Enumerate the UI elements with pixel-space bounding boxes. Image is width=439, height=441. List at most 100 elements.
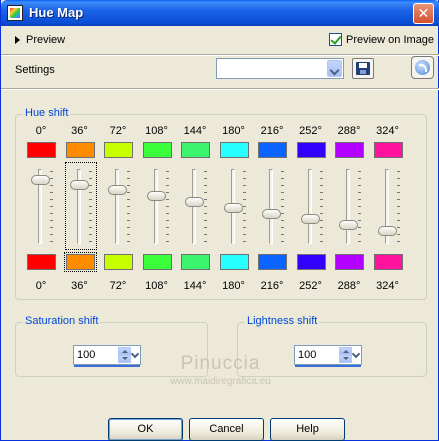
slider-ticks [319,171,323,243]
hue-shift-slider[interactable] [143,163,173,249]
hue-degree-label-top: 288° [337,125,361,137]
hue-target-swatch[interactable] [258,254,287,270]
reset-arrow-icon [415,60,430,75]
app-icon [7,5,23,21]
slider-thumb[interactable] [146,190,166,201]
hue-degree-label-top: 0° [35,125,47,137]
settings-preset-dropdown[interactable] [216,58,344,79]
hue-degree-label-bottom: 324° [376,280,399,292]
divider [1,54,439,56]
chevron-down-icon[interactable] [327,60,342,77]
hue-degree-label-bottom: 0° [35,280,47,292]
expand-arrow-icon [15,36,20,44]
hue-source-swatch[interactable] [104,142,133,158]
hue-shift-label: Hue shift [23,107,71,119]
hue-degree-label-top: 252° [299,125,322,137]
saturation-shift-label: Saturation shift [23,315,101,327]
hue-source-swatch[interactable] [27,142,56,158]
hue-target-swatch[interactable] [27,254,56,270]
lightness-shift-label: Lightness shift [245,315,320,327]
slider-thumb[interactable] [69,180,89,191]
preview-on-image-label: Preview on Image [346,33,435,46]
slider-thumb[interactable] [223,202,243,213]
hue-degree-label-bottom: 216° [260,280,284,292]
reset-button[interactable] [411,56,434,79]
settings-label: Settings [15,64,55,76]
hue-shift-slider[interactable] [335,163,365,249]
preview-toggle[interactable]: Preview [15,33,65,47]
slider-track[interactable] [346,169,350,244]
hue-shift-slider[interactable] [27,163,57,249]
slider-ticks [165,171,169,243]
hue-degree-label-top: 144° [183,125,207,137]
hue-source-swatch[interactable] [181,142,210,158]
hue-shift-slider[interactable] [258,163,288,249]
hue-degree-label-bottom: 72° [109,280,127,292]
hue-degree-label-top: 324° [376,125,399,137]
hue-source-swatch[interactable] [296,142,326,158]
hue-shift-slider[interactable] [374,163,404,249]
slider-ticks [127,171,130,243]
slider-track[interactable] [153,169,158,244]
watermark-name: Pinuccia [180,353,261,374]
hue-target-swatch[interactable] [63,252,97,272]
hue-shift-slider[interactable] [297,163,327,249]
slider-thumb[interactable] [31,174,50,185]
hue-source-swatch[interactable] [258,142,287,158]
hue-degree-label-bottom: 108° [145,280,168,292]
hue-degree-label-top: 108° [145,125,168,137]
hue-shift-slider[interactable] [104,163,134,249]
hue-target-swatch[interactable] [219,254,249,270]
divider [1,88,439,90]
preview-on-image-checkbox[interactable] [329,33,342,46]
hue-degree-label-top: 36° [71,125,88,137]
slider-ticks [50,171,53,243]
slider-thumb[interactable] [185,196,204,207]
close-button[interactable]: ✕ [413,3,434,24]
hue-source-swatch[interactable] [373,142,403,158]
slider-ticks [358,171,361,243]
slider-ticks [88,171,92,243]
slider-track[interactable] [269,169,273,244]
hue-degree-label-bottom: 288° [337,280,361,292]
hue-target-swatch[interactable] [104,254,133,270]
slider-ticks [242,171,246,243]
hue-degree-label-bottom: 252° [299,280,322,292]
watermark-url: www.maidiregrafica.eu [170,376,271,387]
hue-target-swatch[interactable] [335,254,364,270]
save-preset-button[interactable] [352,58,374,79]
slider-ticks [396,171,400,243]
slider-thumb[interactable] [377,225,397,236]
preview-row: Preview Preview on Image [1,26,439,54]
hue-degree-label-top: 72° [109,125,127,137]
slider-track[interactable] [115,169,119,244]
slider-ticks [281,171,284,243]
hue-source-swatch[interactable] [335,142,364,158]
cancel-button[interactable]: Cancel [189,418,264,441]
hue-target-swatch[interactable] [296,254,326,270]
hue-shift-slider[interactable] [181,163,211,249]
hue-shift-slider[interactable] [220,163,250,249]
help-button[interactable]: Help [270,418,345,441]
hue-target-swatch[interactable] [373,254,403,270]
slider-track[interactable] [307,169,312,244]
preview-on-image-option[interactable]: Preview on Image [329,33,434,46]
hue-target-swatch[interactable] [181,254,210,270]
slider-thumb[interactable] [108,184,127,195]
hue-degree-label-bottom: 36° [71,280,88,292]
floppy-disk-icon [356,62,370,75]
window-title: Hue Map [29,5,84,20]
title-bar[interactable]: Hue Map ✕ [1,0,439,26]
ok-button[interactable]: OK [108,418,183,441]
hue-source-swatch[interactable] [65,142,95,158]
slider-thumb[interactable] [262,208,281,219]
slider-thumb[interactable] [339,219,358,230]
hue-degree-label-bottom: 144° [183,280,207,292]
hue-source-swatch[interactable] [142,142,172,158]
slider-thumb[interactable] [300,213,320,224]
preview-label: Preview [26,34,66,46]
hue-target-swatch[interactable] [142,254,172,270]
hue-source-swatch[interactable] [219,142,249,158]
hue-shift-slider[interactable] [64,162,97,250]
slider-ticks [204,171,207,243]
